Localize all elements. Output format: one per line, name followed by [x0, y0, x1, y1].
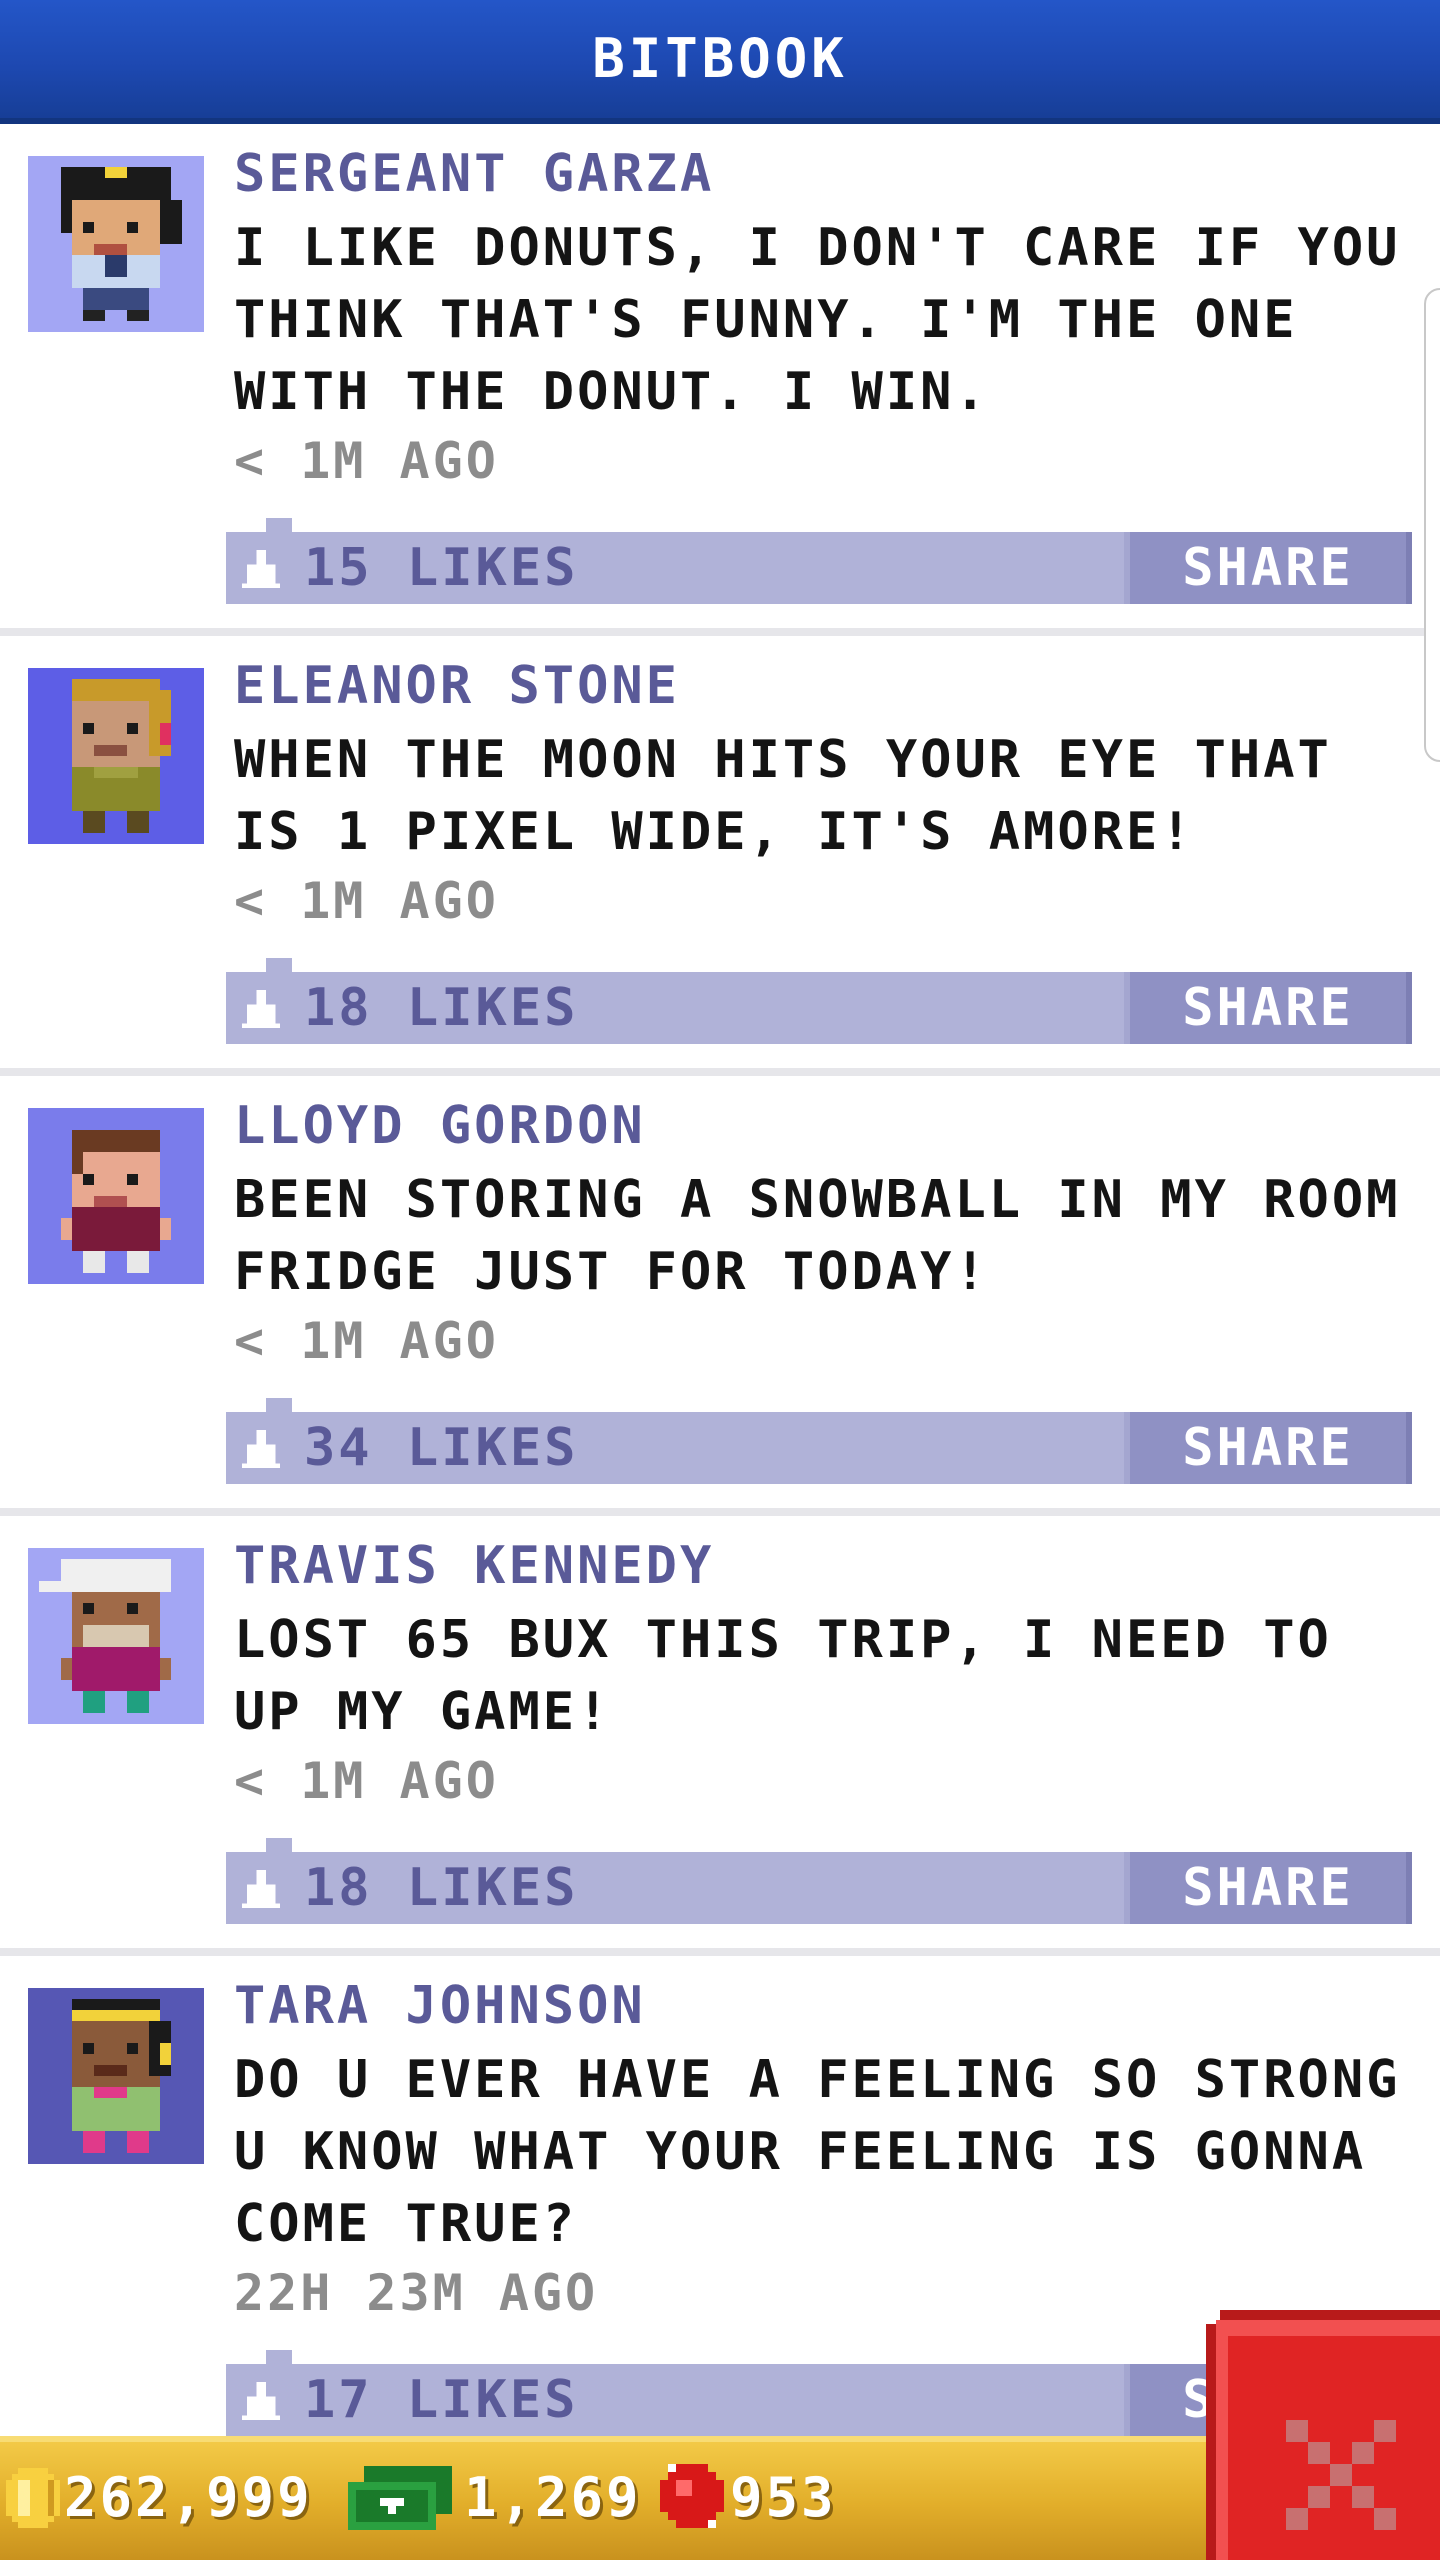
post-author[interactable]: SERGEANT GARZA	[234, 144, 714, 204]
avatar	[28, 1108, 204, 1284]
share-label: SHARE	[1182, 978, 1354, 1038]
share-button[interactable]: SHARE	[1124, 1412, 1412, 1484]
app-header: BITBOOK	[0, 0, 1440, 124]
likes-count: 18 LIKES	[304, 978, 579, 1038]
post-time: 22H 23M AGO	[234, 2264, 599, 2322]
avatar	[28, 1988, 204, 2164]
gem-icon	[660, 2464, 724, 2528]
like-bar: 18 LIKES SHARE	[226, 1838, 1412, 1924]
scrollbar-thumb[interactable]	[1424, 288, 1440, 762]
post-text: DO U EVER HAVE A FEELING SO STRONG U KNO…	[234, 2050, 1401, 2254]
post-divider	[0, 628, 1440, 636]
post-time: < 1M AGO	[234, 1312, 499, 1370]
post-text: LOST 65 BUX THIS TRIP, I NEED TO UP MY G…	[234, 1610, 1332, 1742]
bux-count: 1,269	[464, 2466, 642, 2529]
thumbs-up-icon[interactable]	[242, 550, 280, 588]
post-text: WHEN THE MOON HITS YOUR EYE THAT IS 1 PI…	[234, 730, 1332, 862]
share-label: SHARE	[1182, 538, 1354, 598]
likes-count: 34 LIKES	[304, 1418, 579, 1478]
coin-icon	[6, 2468, 60, 2528]
post-divider	[0, 1068, 1440, 1076]
thumbs-up-icon[interactable]	[242, 2382, 280, 2420]
post-text: I LIKE DONUTS, I DON'T CARE IF YOU THINK…	[234, 218, 1401, 422]
share-label: SHARE	[1182, 1418, 1354, 1478]
post-divider	[0, 1948, 1440, 1956]
gem-count: 953	[730, 2466, 837, 2529]
page-title: BITBOOK	[592, 27, 848, 90]
post-author[interactable]: TRAVIS KENNEDY	[234, 1536, 714, 1596]
like-bar: 34 LIKES SHARE	[226, 1398, 1412, 1484]
post-feed[interactable]: SERGEANT GARZA I LIKE DONUTS, I DON'T CA…	[0, 124, 1440, 2436]
post-time: < 1M AGO	[234, 432, 499, 490]
post-time: < 1M AGO	[234, 872, 499, 930]
likes-count: 17 LIKES	[304, 2370, 579, 2430]
like-bar: 15 LIKES SHARE	[226, 518, 1412, 604]
coin-count: 262,999	[64, 2466, 313, 2529]
post-item: SERGEANT GARZA I LIKE DONUTS, I DON'T CA…	[0, 124, 1440, 636]
avatar	[28, 156, 204, 332]
post-author[interactable]: LLOYD GORDON	[234, 1096, 646, 1156]
post-item: TRAVIS KENNEDY LOST 65 BUX THIS TRIP, I …	[0, 1516, 1440, 1956]
share-button[interactable]: SHARE	[1124, 1852, 1412, 1924]
close-button[interactable]	[1206, 2310, 1440, 2560]
bux-icon	[348, 2464, 452, 2532]
likes-count: 15 LIKES	[304, 538, 579, 598]
avatar	[28, 668, 204, 844]
thumbs-up-icon[interactable]	[242, 1430, 280, 1468]
avatar	[28, 1548, 204, 1724]
share-button[interactable]: SHARE	[1124, 532, 1412, 604]
share-button[interactable]: SHARE	[1124, 972, 1412, 1044]
post-author[interactable]: ELEANOR STONE	[234, 656, 680, 716]
post-time: < 1M AGO	[234, 1752, 499, 1810]
post-author[interactable]: TARA JOHNSON	[234, 1976, 646, 2036]
thumbs-up-icon[interactable]	[242, 990, 280, 1028]
likes-count: 18 LIKES	[304, 1858, 579, 1918]
share-label: SHARE	[1182, 1858, 1354, 1918]
post-text: BEEN STORING A SNOWBALL IN MY ROOM FRIDG…	[234, 1170, 1401, 1302]
thumbs-up-icon[interactable]	[242, 1870, 280, 1908]
post-item: ELEANOR STONE WHEN THE MOON HITS YOUR EY…	[0, 636, 1440, 1076]
like-bar: 18 LIKES SHARE	[226, 958, 1412, 1044]
post-divider	[0, 1508, 1440, 1516]
post-item: LLOYD GORDON BEEN STORING A SNOWBALL IN …	[0, 1076, 1440, 1516]
